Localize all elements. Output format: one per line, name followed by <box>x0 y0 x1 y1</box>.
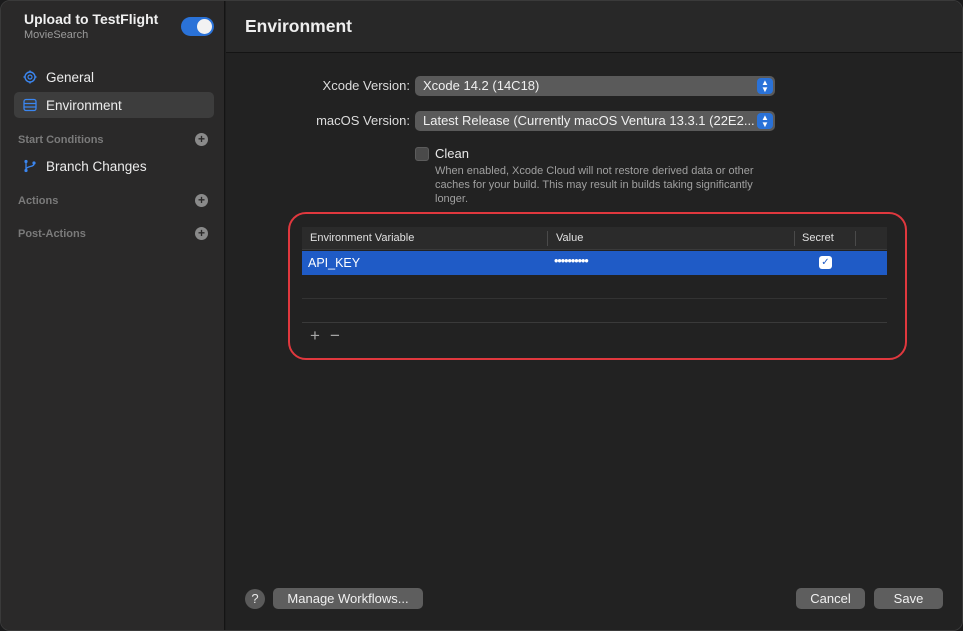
sidebar-item-label: Environment <box>46 97 122 113</box>
chevron-up-down-icon: ▲ ▼ <box>757 113 773 129</box>
add-action-button[interactable]: + <box>195 194 208 207</box>
cancel-button[interactable]: Cancel <box>796 588 865 609</box>
clean-help-text: When enabled, Xcode Cloud will not resto… <box>435 165 754 205</box>
column-separator <box>547 231 548 246</box>
branch-icon <box>22 158 38 174</box>
table-row-empty <box>302 275 887 299</box>
sidebar-item-label: Branch Changes <box>46 158 147 174</box>
clean-label[interactable]: Clean <box>435 146 469 161</box>
add-variable-button[interactable]: + <box>310 326 320 346</box>
macos-version-popup[interactable]: Latest Release (Currently macOS Ventura … <box>415 111 775 131</box>
add-post-action-button[interactable]: + <box>195 227 208 240</box>
table-header: Environment Variable Value Secret <box>302 227 887 250</box>
section-start-conditions: Start Conditions <box>18 134 104 146</box>
sidebar-item-general[interactable]: General <box>14 64 214 90</box>
main-panel: Environment Xcode Version: Xcode 14.2 (1… <box>226 1 962 630</box>
sidebar-item-branch-changes[interactable]: Branch Changes <box>14 153 214 179</box>
manage-workflows-button[interactable]: Manage Workflows... <box>273 588 423 609</box>
main-header: Environment <box>226 1 962 53</box>
workflow-enabled-toggle[interactable] <box>181 17 214 36</box>
env-var-value[interactable]: •••••••••• <box>554 254 589 268</box>
column-header-secret[interactable]: Secret <box>802 232 834 244</box>
remove-variable-button[interactable]: − <box>330 326 340 346</box>
gear-icon <box>22 69 38 85</box>
sidebar-item-label: General <box>46 69 95 85</box>
sidebar-item-environment[interactable]: Environment <box>14 92 214 118</box>
xcode-version-label: Xcode Version: <box>322 78 410 93</box>
column-separator <box>794 231 795 246</box>
table-row[interactable]: API_KEY •••••••••• ✓ <box>302 251 887 275</box>
secret-checkbox[interactable]: ✓ <box>819 256 832 269</box>
sidebar: Upload to TestFlight MovieSearch General… <box>1 1 225 630</box>
column-separator <box>855 231 856 246</box>
environment-icon <box>22 97 38 113</box>
xcode-version-value: Xcode 14.2 (14C18) <box>423 78 540 93</box>
column-header-value[interactable]: Value <box>556 232 583 244</box>
toggle-knob <box>197 19 212 34</box>
save-button[interactable]: Save <box>874 588 943 609</box>
table-footer-divider <box>302 322 887 323</box>
section-post-actions: Post-Actions <box>18 228 86 240</box>
column-header-environment-variable[interactable]: Environment Variable <box>310 232 414 244</box>
xcode-version-popup[interactable]: Xcode 14.2 (14C18) ▲ ▼ <box>415 76 775 96</box>
help-button[interactable]: ? <box>245 589 265 609</box>
page-title: Environment <box>245 16 352 36</box>
environment-variables-table: Environment Variable Value Secret API_KE… <box>302 227 887 323</box>
window: Upload to TestFlight MovieSearch General… <box>0 0 963 631</box>
section-actions: Actions <box>18 195 59 207</box>
add-start-condition-button[interactable]: + <box>195 133 208 146</box>
workflow-title: Upload to TestFlight <box>24 11 159 27</box>
macos-version-value: Latest Release (Currently macOS Ventura … <box>423 113 755 128</box>
workflow-subtitle: MovieSearch <box>24 29 89 41</box>
clean-checkbox[interactable] <box>415 147 429 161</box>
env-var-name[interactable]: API_KEY <box>308 256 360 270</box>
chevron-up-down-icon: ▲ ▼ <box>757 78 773 94</box>
macos-version-label: macOS Version: <box>316 113 410 128</box>
